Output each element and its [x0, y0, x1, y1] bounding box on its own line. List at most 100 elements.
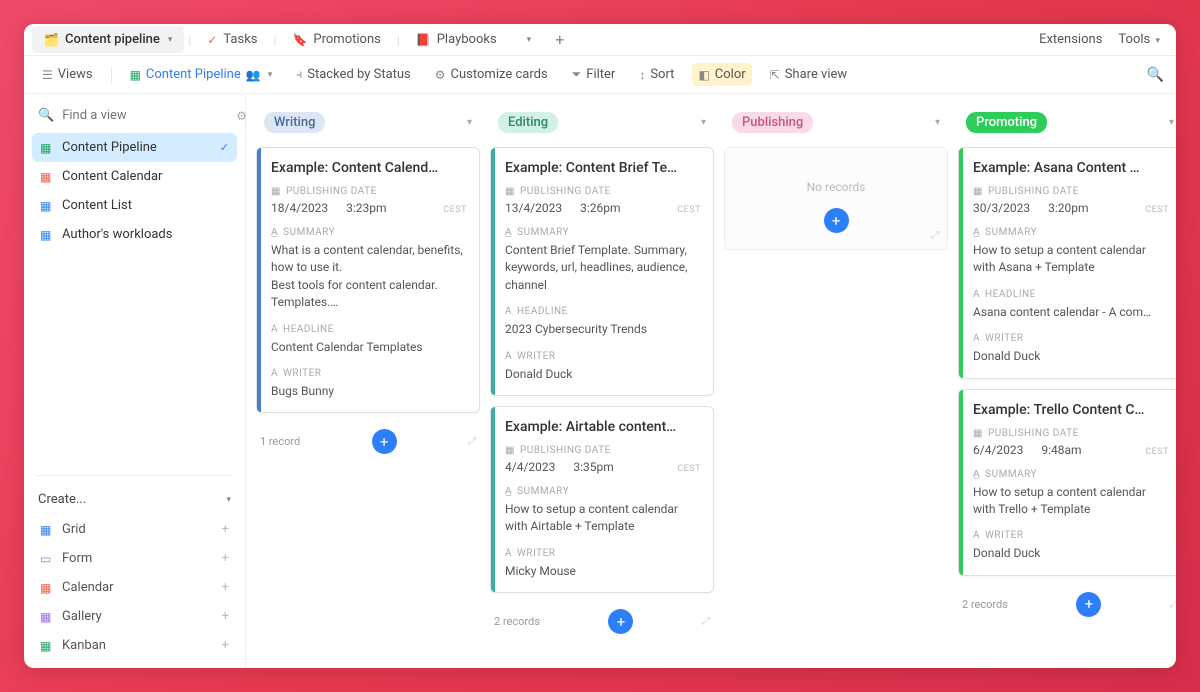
sidebar-view-item[interactable]: ▦ Content Calendar: [32, 162, 237, 191]
column-title-pill[interactable]: Publishing: [732, 112, 813, 133]
book-icon: 📕: [416, 33, 431, 47]
nav-tab-promotions[interactable]: 🔖 Promotions: [280, 26, 392, 53]
field-label: A̲SUMMARY: [973, 469, 1169, 480]
add-tab-button[interactable]: +: [547, 26, 572, 53]
record-card[interactable]: Example: Asana Content … ▦PUBLISHING DAT…: [958, 147, 1176, 379]
calendar-icon: ▦: [973, 186, 983, 197]
chevron-down-icon[interactable]: ▾: [467, 117, 472, 128]
paint-icon: ◧: [698, 68, 709, 82]
field-label: A̲SUMMARY: [505, 227, 701, 238]
workspace-name: Content pipeline: [65, 32, 160, 47]
view-icon: ▦: [40, 170, 54, 184]
sidebar-view-item[interactable]: ▦Content List: [32, 191, 237, 220]
add-record-button[interactable]: +: [824, 208, 849, 233]
tools-link[interactable]: Tools ▾: [1118, 32, 1160, 47]
column-footer: 1 record + ⤢: [256, 423, 480, 460]
create-label: Kanban: [62, 638, 106, 653]
person-icon: A: [973, 333, 980, 344]
create-option[interactable]: ▦Kanban+: [32, 631, 237, 660]
headline-value: 2023 Cybersecurity Trends: [505, 321, 701, 338]
plus-icon[interactable]: +: [222, 580, 229, 595]
create-option[interactable]: ▦Calendar+: [32, 573, 237, 602]
record-count: 2 records: [494, 615, 540, 628]
create-option[interactable]: ▦Grid+: [32, 515, 237, 544]
board-column: Promoting ▾ Example: Asana Content … ▦PU…: [958, 106, 1176, 656]
current-view[interactable]: ▦ Content Pipeline 👥 ▾: [124, 63, 279, 86]
expand-icon[interactable]: ⤢: [931, 230, 939, 241]
column-title-pill[interactable]: Editing: [498, 112, 558, 133]
workspace-tab[interactable]: 🗂️ Content pipeline ▾: [32, 26, 184, 53]
record-card[interactable]: Example: Trello Content C… ▦PUBLISHING D…: [958, 389, 1176, 576]
column-header: Writing ▾: [256, 106, 480, 139]
headline-value: Content Calendar Templates: [271, 339, 467, 356]
add-record-button[interactable]: +: [372, 429, 397, 454]
workspace-icon: 🗂️: [44, 33, 59, 47]
menu-icon: ☰: [42, 68, 53, 82]
nav-tab-more[interactable]: ▾: [513, 29, 544, 51]
view-label: Content Calendar: [62, 169, 162, 184]
add-record-button[interactable]: +: [608, 609, 633, 634]
chevron-down-icon: ▾: [1155, 36, 1160, 46]
column-header: Promoting ▾: [958, 106, 1176, 139]
text-icon: A: [271, 324, 278, 335]
field-label: ▦PUBLISHING DATE: [973, 428, 1169, 439]
nav-tab-tasks[interactable]: ✓ Tasks: [195, 26, 269, 53]
field-label: AWRITER: [271, 368, 467, 379]
stacked-by-button[interactable]: ⫞ Stacked by Status: [290, 63, 417, 86]
headline-value: Asana content calendar - A com…: [973, 304, 1169, 321]
expand-icon[interactable]: ⤢: [702, 616, 710, 627]
customize-cards-button[interactable]: ⚙ Customize cards: [429, 63, 554, 86]
plus-icon[interactable]: +: [222, 551, 229, 566]
kanban-board: Writing ▾ Example: Content Calend… ▦PUBL…: [246, 94, 1176, 668]
summary-value: What is a content calendar, benefits, ho…: [271, 242, 467, 312]
column-title-pill[interactable]: Promoting: [966, 112, 1047, 133]
card-title: Example: Content Brief Te…: [505, 160, 701, 176]
calendar-icon: ▦: [505, 445, 515, 456]
expand-icon[interactable]: ⤢: [468, 436, 476, 447]
expand-icon[interactable]: ⤢: [1170, 599, 1176, 610]
chevron-down-icon[interactable]: ▾: [268, 70, 273, 80]
timezone: CEST: [677, 205, 701, 215]
chevron-down-icon[interactable]: ▾: [701, 117, 706, 128]
writer-value: Donald Duck: [973, 348, 1169, 365]
create-option[interactable]: ▦ Gallery +: [32, 602, 237, 631]
body: 🔍 ⚙ ▦Content Pipeline✓▦Content Calendar▦…: [24, 94, 1176, 668]
sort-button[interactable]: ↕ Sort: [633, 63, 680, 86]
chevron-down-icon[interactable]: ▾: [1169, 117, 1174, 128]
add-record-button[interactable]: +: [1076, 592, 1101, 617]
sidebar-view-item[interactable]: ▦Author's workloads: [32, 220, 237, 249]
sidebar-view-item[interactable]: ▦Content Pipeline✓: [32, 133, 237, 162]
find-view-input[interactable]: 🔍 ⚙: [32, 102, 237, 129]
color-button[interactable]: ◧ Color: [692, 63, 751, 86]
record-card[interactable]: Example: Content Calend… ▦PUBLISHING DAT…: [256, 147, 480, 413]
plus-icon[interactable]: +: [222, 609, 229, 624]
create-toggle[interactable]: Create... ▾: [32, 484, 237, 515]
extensions-link[interactable]: Extensions: [1039, 32, 1102, 47]
record-card[interactable]: Example: Content Brief Te… ▦PUBLISHING D…: [490, 147, 714, 396]
users-icon: 👥: [246, 68, 261, 82]
search-icon: 🔍: [38, 108, 54, 123]
column-title-pill[interactable]: Writing: [264, 112, 325, 133]
filter-button[interactable]: ⏷ Filter: [566, 63, 622, 86]
card-title: Example: Airtable content…: [505, 419, 701, 435]
field-label: ▦PUBLISHING DATE: [505, 445, 701, 456]
timezone: CEST: [443, 205, 467, 215]
separator: |: [188, 33, 191, 47]
create-option[interactable]: ▭Form+: [32, 544, 237, 573]
chevron-down-icon[interactable]: ▾: [168, 35, 173, 45]
chevron-down-icon[interactable]: ▾: [935, 117, 940, 128]
publishing-date-value: 18/4/2023 3:23pm CEST: [271, 201, 467, 215]
share-view-button[interactable]: ⇱ Share view: [764, 63, 854, 86]
plus-icon[interactable]: +: [222, 522, 229, 537]
nav-tab-playbooks[interactable]: 📕 Playbooks: [404, 26, 509, 53]
type-icon: ▦: [40, 610, 54, 624]
create-label: Gallery: [62, 609, 102, 624]
record-card[interactable]: Example: Airtable content… ▦PUBLISHING D…: [490, 406, 714, 593]
text-icon: A̲: [505, 486, 512, 497]
views-menu[interactable]: ☰ Views: [36, 63, 99, 86]
find-view-field[interactable]: [62, 108, 228, 123]
plus-icon[interactable]: +: [222, 638, 229, 653]
sidebar: 🔍 ⚙ ▦Content Pipeline✓▦Content Calendar▦…: [24, 94, 246, 668]
date: 4/4/2023: [505, 460, 555, 474]
search-button[interactable]: 🔍: [1147, 67, 1164, 83]
